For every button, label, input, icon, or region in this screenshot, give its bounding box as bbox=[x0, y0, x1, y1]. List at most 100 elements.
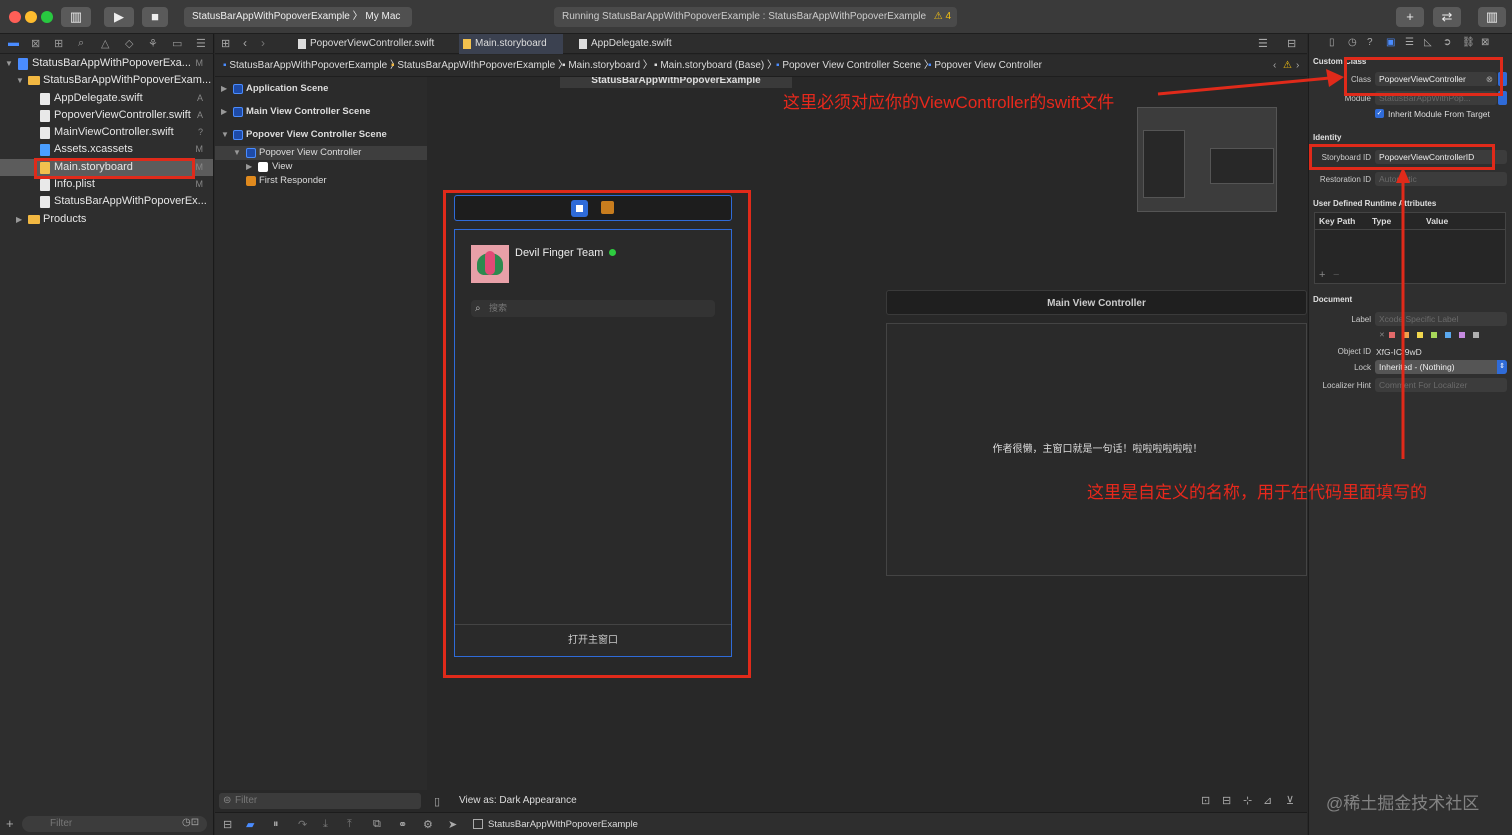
related-items-icon[interactable]: ⊞ bbox=[221, 37, 230, 50]
outline-filter-input[interactable]: ⊜ Filter bbox=[219, 793, 421, 809]
report-icon[interactable]: ☰ bbox=[196, 37, 206, 50]
label-color-purple[interactable] bbox=[1459, 332, 1465, 338]
label-color-yellow[interactable] bbox=[1417, 332, 1423, 338]
view-as-label[interactable]: View as: Dark Appearance bbox=[459, 795, 577, 806]
step-over-icon[interactable]: ↷ bbox=[298, 818, 307, 831]
outline-item-popover-vc[interactable]: ▼ Popover View Controller bbox=[215, 146, 427, 160]
memory-graph-icon[interactable]: ⚭ bbox=[398, 818, 407, 831]
stop-button[interactable]: ■ bbox=[142, 7, 168, 27]
label-color-blue[interactable] bbox=[1445, 332, 1451, 338]
scheme-selector[interactable]: StatusBarAppWithPopoverExample 〉 My Mac bbox=[184, 7, 412, 27]
pause-icon[interactable]: ⏸ bbox=[273, 818, 279, 831]
outline-item-view[interactable]: ▶ View bbox=[215, 160, 427, 174]
breadcrumb-controller[interactable]: ▪ Popover View Controller bbox=[928, 55, 1042, 77]
label-color-green[interactable] bbox=[1431, 332, 1437, 338]
disclosure-closed-icon[interactable]: ▶ bbox=[221, 82, 227, 96]
align-icon[interactable]: ⊟ bbox=[1222, 794, 1231, 807]
main-view-controller[interactable]: 作者很懒，主窗口就是一句话！啦啦啦啦啦啦！ bbox=[886, 323, 1307, 576]
size-inspector-icon[interactable]: ◺ bbox=[1424, 37, 1432, 48]
pin-icon[interactable]: ⊹ bbox=[1243, 794, 1252, 807]
help-inspector-icon[interactable]: ? bbox=[1367, 37, 1373, 48]
nav-item-entitlements[interactable]: StatusBarAppWithPopoverEx... bbox=[0, 193, 213, 210]
recent-files-icon[interactable]: ◷⊡ bbox=[182, 817, 199, 828]
canvas-minimap[interactable] bbox=[1137, 107, 1277, 212]
attributes-inspector-icon[interactable]: ☰ bbox=[1405, 37, 1414, 48]
breakpoint-icon[interactable]: ▭ bbox=[172, 37, 182, 50]
breadcrumb-scene[interactable]: ▪ Popover View Controller Scene 〉 bbox=[776, 55, 934, 77]
nav-item-appdelegate[interactable]: AppDelegate.swift A bbox=[0, 90, 213, 107]
inherit-module-checkbox[interactable]: ✓ bbox=[1375, 109, 1384, 118]
embed-icon[interactable]: ⊻ bbox=[1286, 794, 1294, 807]
minimize-window-button[interactable] bbox=[25, 11, 37, 23]
add-file-icon[interactable]: + bbox=[6, 816, 14, 831]
debug-target-label[interactable]: StatusBarAppWithPopoverExample bbox=[488, 819, 638, 830]
add-attribute-icon[interactable]: + bbox=[1319, 269, 1325, 281]
location-icon[interactable]: ➤ bbox=[448, 818, 457, 831]
breadcrumb-storyboard[interactable]: ▪ Main.storyboard 〉 bbox=[562, 55, 653, 77]
navigator-filter-input[interactable]: Filter bbox=[22, 816, 207, 832]
nav-item-products[interactable]: ▶ Products bbox=[0, 211, 213, 228]
source-control-icon[interactable]: ⊠ bbox=[31, 37, 40, 50]
nav-item-assets[interactable]: Assets.xcassets M bbox=[0, 141, 213, 158]
zoom-fit-icon[interactable]: ⊡ bbox=[1201, 794, 1210, 807]
split-editor-icon[interactable]: ⊟ bbox=[1287, 37, 1296, 50]
environment-icon[interactable]: ⚙ bbox=[423, 818, 433, 831]
nav-item-popovervc[interactable]: PopoverViewController.swift A bbox=[0, 107, 213, 124]
back-chevron-icon[interactable]: ‹ bbox=[243, 36, 247, 50]
outline-item-popover-scene[interactable]: ▼ Popover View Controller Scene bbox=[215, 128, 427, 142]
connections-inspector-icon[interactable]: ➲ bbox=[1443, 37, 1451, 48]
breadcrumb-project[interactable]: ▪ StatusBarAppWithPopoverExample 〉 bbox=[223, 55, 400, 77]
tab-popovervc[interactable]: PopoverViewController.swift bbox=[294, 34, 444, 54]
forward-chevron-icon[interactable]: › bbox=[261, 36, 265, 50]
code-review-icon[interactable]: ⇄ bbox=[1433, 7, 1461, 27]
outline-item-first-responder[interactable]: First Responder bbox=[215, 174, 427, 188]
issue-icon[interactable]: △ bbox=[101, 37, 109, 50]
editor-options-icon[interactable]: ☰ bbox=[1258, 37, 1268, 50]
run-button[interactable]: ▶ bbox=[104, 7, 134, 27]
navigator-toggle-icon[interactable]: ▥ bbox=[61, 7, 91, 27]
nav-item-mainvc[interactable]: MainViewController.swift ? bbox=[0, 124, 213, 141]
search-icon[interactable]: ⌕ bbox=[78, 37, 84, 50]
history-inspector-icon[interactable]: ◷ bbox=[1348, 37, 1357, 48]
disclosure-closed-icon[interactable]: ▶ bbox=[16, 211, 22, 228]
outline-item-application-scene[interactable]: ▶ Application Scene bbox=[215, 82, 427, 96]
debug-icon[interactable]: ⚘ bbox=[148, 37, 158, 50]
symbol-icon[interactable]: ⊞ bbox=[54, 37, 63, 50]
nav-item-group[interactable]: ▼ StatusBarAppWithPopoverExam... bbox=[0, 72, 213, 89]
plist-file-icon bbox=[40, 179, 50, 191]
breakpoints-icon[interactable]: ▰ bbox=[246, 818, 254, 831]
warning-indicator[interactable]: ⚠ 4 bbox=[934, 7, 951, 27]
view-debugger-icon[interactable]: ⧉ bbox=[373, 818, 381, 831]
file-inspector-icon[interactable]: ▯ bbox=[1329, 37, 1335, 48]
disclosure-open-icon[interactable]: ▼ bbox=[16, 72, 24, 89]
disclosure-open-icon[interactable]: ▼ bbox=[221, 128, 229, 142]
folder-icon[interactable]: ▬ bbox=[8, 37, 19, 49]
disclosure-open-icon[interactable]: ▼ bbox=[5, 55, 13, 72]
outline-toggle-icon[interactable]: ▯ bbox=[434, 795, 440, 808]
library-plus-icon[interactable]: + bbox=[1396, 7, 1424, 27]
close-window-button[interactable] bbox=[9, 11, 21, 23]
breadcrumb-storyboard-base[interactable]: ▪ Main.storyboard (Base) 〉 bbox=[654, 55, 777, 77]
main-vc-scene-title[interactable]: Main View Controller bbox=[886, 290, 1307, 315]
tab-appdelegate[interactable]: AppDelegate.swift bbox=[575, 34, 685, 54]
inspector-toggle-icon[interactable]: ▥ bbox=[1478, 7, 1506, 27]
remove-attribute-icon[interactable]: − bbox=[1333, 269, 1339, 281]
breadcrumb-group[interactable]: ▪ StatusBarAppWithPopoverExample 〉 bbox=[391, 55, 568, 77]
no-color-icon[interactable]: ✕ bbox=[1379, 331, 1385, 339]
outline-item-main-scene[interactable]: ▶ Main View Controller Scene bbox=[215, 105, 427, 119]
zoom-window-button[interactable] bbox=[41, 11, 53, 23]
disclosure-open-icon[interactable]: ▼ bbox=[233, 146, 241, 160]
nav-item-project[interactable]: ▼ StatusBarAppWithPopoverExa... M bbox=[0, 55, 213, 72]
step-out-icon[interactable]: ⤒ bbox=[347, 818, 352, 831]
disclosure-closed-icon[interactable]: ▶ bbox=[221, 105, 227, 119]
identity-inspector-icon[interactable]: ▣ bbox=[1386, 37, 1395, 48]
resolve-icon[interactable]: ⊿ bbox=[1263, 794, 1272, 807]
tab-main-storyboard[interactable]: Main.storyboard bbox=[459, 34, 563, 54]
step-in-icon[interactable]: ⤓ bbox=[323, 818, 328, 831]
console-toggle-icon[interactable]: ⊟ bbox=[223, 818, 232, 831]
test-icon[interactable]: ◇ bbox=[125, 37, 133, 50]
bindings-inspector-icon[interactable]: ⛓ bbox=[1462, 37, 1475, 48]
effects-inspector-icon[interactable]: ⊠ bbox=[1481, 37, 1489, 48]
label-color-gray[interactable] bbox=[1473, 332, 1479, 338]
disclosure-closed-icon[interactable]: ▶ bbox=[246, 160, 252, 174]
